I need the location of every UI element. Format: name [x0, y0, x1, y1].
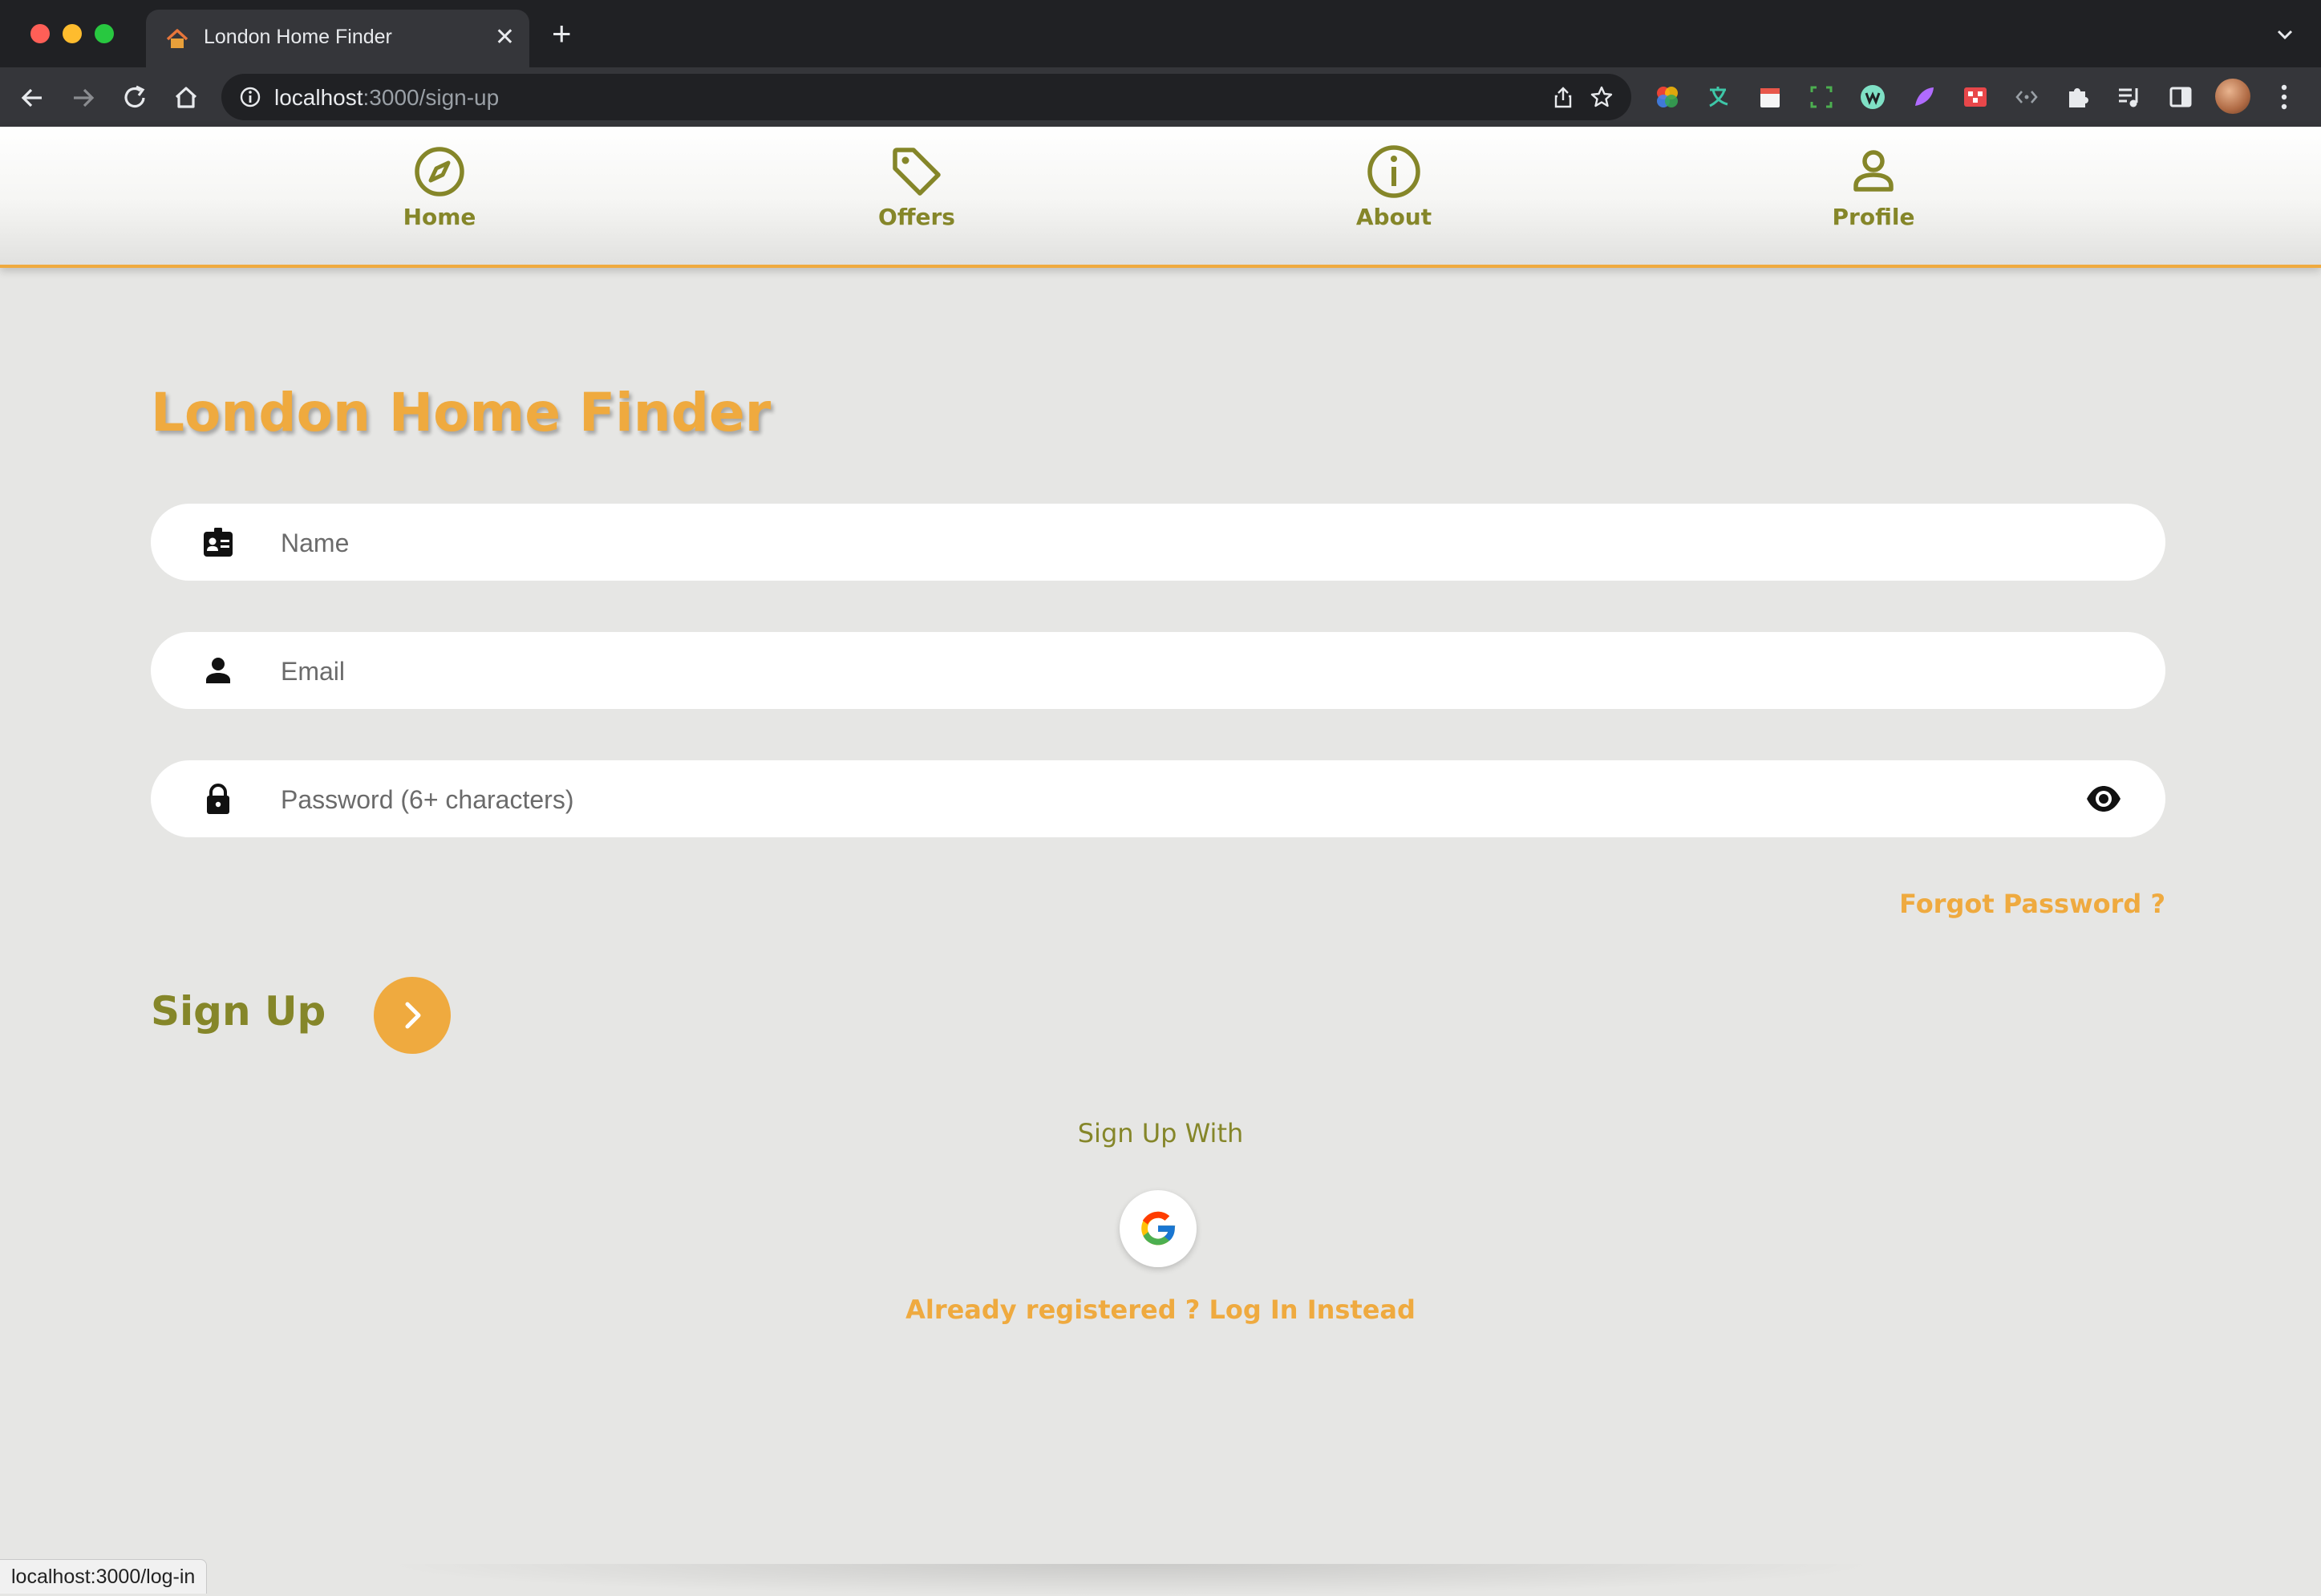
lock-icon	[207, 784, 229, 814]
google-sign-up-button[interactable]	[1120, 1190, 1197, 1267]
nav-label-home: Home	[403, 204, 476, 230]
media-control-icon[interactable]	[2116, 83, 2143, 111]
reload-icon[interactable]	[119, 82, 151, 114]
email-input[interactable]	[279, 646, 2007, 696]
address-bar[interactable]: localhost:3000/sign-up	[221, 74, 1631, 120]
w-extension-icon[interactable]	[1859, 83, 1886, 111]
eye-icon[interactable]	[2085, 783, 2122, 815]
tab-close-icon[interactable]: ✕	[495, 24, 515, 51]
translate-extension-icon[interactable]	[1705, 83, 1732, 111]
nav-label-offers: Offers	[878, 204, 955, 230]
window-close-button[interactable]	[30, 24, 50, 43]
calendar-extension-icon[interactable]	[1756, 83, 1784, 111]
red-grid-extension-icon[interactable]	[1962, 83, 1989, 111]
id-badge-icon	[204, 528, 233, 557]
chevron-right-icon	[405, 1002, 421, 1029]
app-nav-bar: Home Offers About Profile	[0, 127, 2321, 268]
person-icon	[206, 658, 230, 683]
tag-icon	[893, 148, 941, 196]
email-field[interactable]	[151, 632, 2165, 709]
puzzle-extension-icon[interactable]	[2064, 83, 2092, 111]
feather-extension-icon[interactable]	[1910, 83, 1938, 111]
nav-item-profile[interactable]: Profile	[1777, 144, 1970, 230]
site-info-icon[interactable]	[239, 86, 261, 108]
info-icon	[1367, 145, 1420, 198]
password-field[interactable]	[151, 760, 2165, 837]
log-in-instead-link[interactable]: Already registered ? Log In Instead	[840, 1294, 1481, 1325]
sign-up-button[interactable]	[374, 977, 451, 1054]
forgot-password-link[interactable]: Forgot Password ?	[1899, 889, 2165, 919]
compass-icon	[415, 147, 464, 196]
code-extension-icon[interactable]	[2013, 83, 2040, 111]
browser-tab-bar: London Home Finder ✕ +	[0, 0, 2321, 67]
tab-title: London Home Finder	[204, 26, 392, 48]
person-icon	[1853, 150, 1894, 192]
status-bar-url: localhost:3000/log-in	[0, 1559, 208, 1594]
home-icon[interactable]	[170, 82, 202, 114]
password-input[interactable]	[279, 775, 2007, 824]
side-panel-icon[interactable]	[2167, 83, 2194, 111]
house-favicon-icon	[166, 29, 188, 48]
sign-up-with-text: Sign Up With	[1077, 1118, 1244, 1148]
name-field[interactable]	[151, 504, 2165, 581]
window-minimize-button[interactable]	[63, 24, 82, 43]
color-wheel-extension-icon[interactable]	[1654, 83, 1681, 111]
nav-item-home[interactable]: Home	[343, 144, 536, 230]
google-logo-icon	[1141, 1211, 1176, 1246]
bookmark-star-icon[interactable]	[1590, 85, 1614, 109]
forward-arrow-icon[interactable]	[67, 82, 99, 114]
name-input[interactable]	[279, 518, 2007, 568]
nav-item-about[interactable]: About	[1298, 144, 1490, 230]
back-arrow-icon[interactable]	[16, 82, 48, 114]
profile-avatar[interactable]	[2215, 79, 2250, 114]
browser-menu-icon[interactable]	[2276, 80, 2292, 114]
new-tab-button[interactable]: +	[552, 17, 572, 51]
nav-item-offers[interactable]: Offers	[820, 144, 1013, 230]
browser-tab[interactable]: London Home Finder ✕	[146, 10, 529, 67]
share-icon[interactable]	[1551, 85, 1575, 109]
page-title: London Home Finder	[151, 382, 772, 444]
nav-label-about: About	[1355, 204, 1432, 230]
nav-label-profile: Profile	[1832, 204, 1915, 230]
screenshot-extension-icon[interactable]	[1808, 83, 1835, 111]
sign-up-label: Sign Up	[151, 988, 326, 1035]
bottom-shadow-decoration	[377, 1564, 1885, 1596]
chevron-down-icon[interactable]	[2273, 22, 2297, 47]
window-zoom-button[interactable]	[95, 24, 114, 43]
url-text: localhost:3000/sign-up	[274, 85, 500, 110]
browser-toolbar: localhost:3000/sign-up	[0, 67, 2321, 127]
